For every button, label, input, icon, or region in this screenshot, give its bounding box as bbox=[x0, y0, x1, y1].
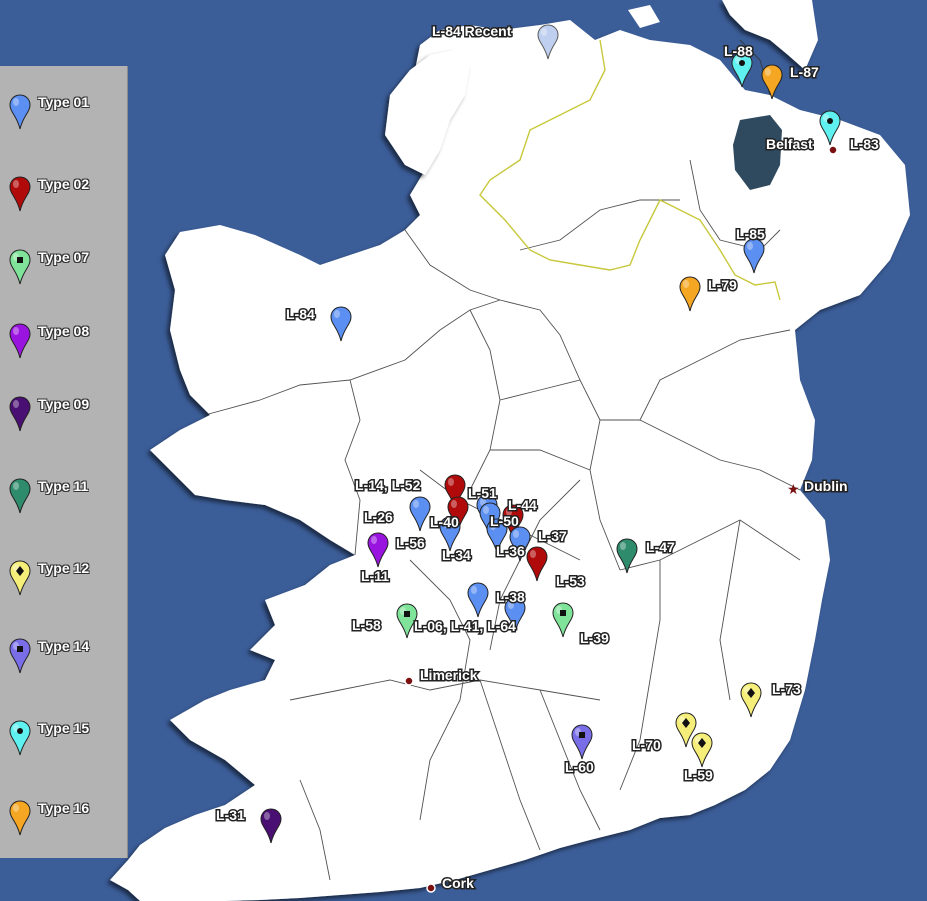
pin-label: L-37 bbox=[538, 528, 567, 544]
pin-label: L-56 bbox=[396, 535, 425, 551]
pin-label: L-34 bbox=[442, 547, 471, 563]
city-label: Dublin bbox=[804, 478, 848, 494]
pin-label: L-84 bbox=[286, 306, 315, 322]
pin-label: L-88 bbox=[724, 43, 753, 59]
pin-icon bbox=[9, 800, 31, 836]
legend-label: Type 14 bbox=[38, 638, 90, 654]
legend-item: Type 16 bbox=[0, 800, 127, 860]
pin-icon bbox=[9, 396, 31, 432]
pin-icon bbox=[9, 560, 31, 596]
pin-label: L-44 bbox=[508, 497, 537, 513]
pin-label: L-50 bbox=[490, 513, 519, 529]
legend-item: Type 07 bbox=[0, 249, 127, 309]
pin-icon bbox=[9, 720, 31, 756]
legend-label: Type 01 bbox=[38, 94, 90, 110]
pin-icon bbox=[9, 638, 31, 674]
legend-panel: Type 01 Type 02 Type 07 Type 08 Type 09 Type … bbox=[0, 66, 128, 858]
pin-label: L-31 bbox=[216, 807, 245, 823]
legend-label: Type 15 bbox=[38, 720, 90, 736]
pin-label: L-73 bbox=[772, 681, 801, 697]
star-icon: ★ bbox=[787, 481, 800, 497]
legend-item: Type 12 bbox=[0, 560, 127, 620]
pin-label: L-38 bbox=[496, 589, 525, 605]
legend-label: Type 08 bbox=[38, 323, 90, 339]
city-dot-icon bbox=[426, 883, 436, 893]
pin-label: L-59 bbox=[684, 767, 713, 783]
legend-label: Type 09 bbox=[38, 396, 90, 412]
pin-label: L-85 bbox=[736, 226, 765, 242]
pin-label: L-51 bbox=[468, 485, 497, 501]
pin-label: L-36 bbox=[496, 543, 525, 559]
pin-label: L-53 bbox=[556, 573, 585, 589]
pin-label: L-84 Recent bbox=[432, 23, 512, 39]
pin-label: L-39 bbox=[580, 630, 609, 646]
city-dot-icon bbox=[828, 145, 838, 155]
pin-label: L-06, L-41, L-64 bbox=[414, 618, 516, 634]
pin-label: L-26 bbox=[364, 509, 393, 525]
legend-item: Type 14 bbox=[0, 638, 127, 698]
pin-label: L-79 bbox=[708, 277, 737, 293]
legend-label: Type 11 bbox=[38, 478, 89, 494]
legend-item: Type 09 bbox=[0, 396, 127, 456]
city-label: Cork bbox=[442, 875, 474, 891]
pin-label: L-47 bbox=[646, 539, 675, 555]
pin-icon bbox=[9, 323, 31, 359]
city-dot-icon bbox=[404, 676, 414, 686]
pin-label: L-40 bbox=[430, 514, 459, 530]
legend-item: Type 01 bbox=[0, 94, 127, 154]
pin-icon bbox=[9, 176, 31, 212]
map-canvas[interactable]: L-84 Recent L-88 L-87 L-83 L-85 L-79 L-84 L-14,… bbox=[0, 0, 927, 901]
pin-label: L-11 bbox=[361, 568, 389, 584]
city-label: Limerick bbox=[420, 667, 478, 683]
legend-label: Type 12 bbox=[38, 560, 90, 576]
pin-label: L-14, L-52 bbox=[355, 477, 421, 493]
legend-item: Type 02 bbox=[0, 176, 127, 236]
pin-icon bbox=[9, 478, 31, 514]
legend-label: Type 16 bbox=[38, 800, 90, 816]
legend-label: Type 07 bbox=[38, 249, 90, 265]
pin-label: L-58 bbox=[352, 617, 381, 633]
pin-label: L-70 bbox=[632, 737, 661, 753]
pin-label: L-83 bbox=[850, 136, 879, 152]
legend-item: Type 15 bbox=[0, 720, 127, 780]
pin-label: L-87 bbox=[790, 64, 819, 80]
pin-icon bbox=[9, 94, 31, 130]
legend-item: Type 11 bbox=[0, 478, 127, 538]
legend-item: Type 08 bbox=[0, 323, 127, 383]
city-label: Belfast bbox=[766, 136, 813, 152]
legend-label: Type 02 bbox=[38, 176, 90, 192]
pin-icon bbox=[9, 249, 31, 285]
pin-label: L-60 bbox=[565, 759, 594, 775]
